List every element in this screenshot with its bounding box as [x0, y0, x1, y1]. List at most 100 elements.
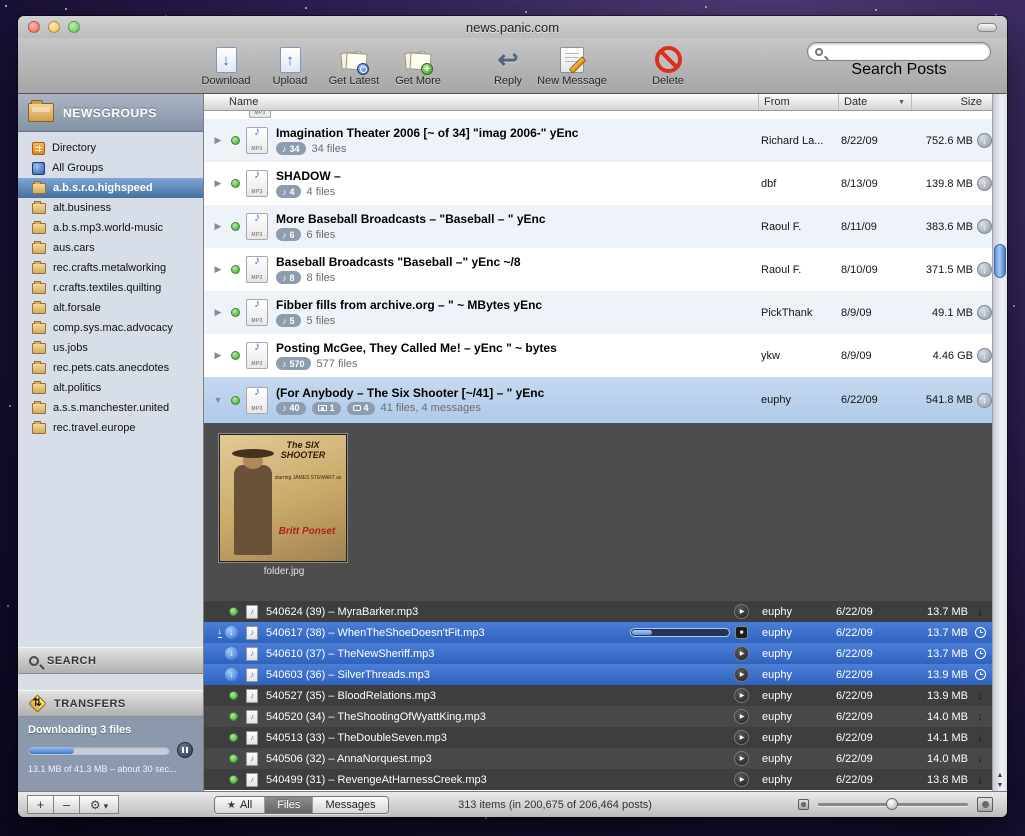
download-arrow-icon[interactable]: [977, 606, 983, 618]
segment-messages[interactable]: Messages: [312, 797, 387, 813]
sort-arrow-icon: ▼: [898, 99, 905, 106]
play-button[interactable]: [734, 667, 749, 682]
thread-row[interactable]: More Baseball Broadcasts – "Baseball – "…: [204, 205, 1007, 248]
download-button[interactable]: Download: [194, 42, 258, 87]
play-button[interactable]: [734, 772, 749, 787]
play-button[interactable]: [734, 730, 749, 745]
thread-row-selected[interactable]: (For Anybody – The Six Shooter [~/41] – …: [204, 377, 1007, 423]
group-folder-icon: [32, 203, 46, 214]
pause-transfers-button[interactable]: [177, 742, 193, 758]
column-date[interactable]: Date▼: [838, 94, 911, 110]
play-button[interactable]: [734, 751, 749, 766]
file-row[interactable]: 540624 (39) – MyraBarker.mp3 euphy 6/22/…: [204, 601, 1007, 622]
transfers-section-header[interactable]: TRANSFERS: [18, 690, 203, 717]
segment-files[interactable]: Files: [264, 797, 312, 813]
thread-row[interactable]: Fibber fills from archive.org – " ~ MByt…: [204, 291, 1007, 334]
sidebar-item-all-groups[interactable]: All Groups: [18, 158, 203, 178]
download-thread-button[interactable]: [977, 133, 992, 148]
segment-all[interactable]: All: [215, 797, 264, 813]
zoom-small-icon[interactable]: [798, 799, 809, 810]
file-row[interactable]: 540506 (32) – AnnaNorquest.mp3 euphy 6/2…: [204, 748, 1007, 769]
column-name[interactable]: Name: [204, 96, 758, 108]
file-row-queued[interactable]: 540603 (36) – SilverThreads.mp3 euphy 6/…: [204, 664, 1007, 685]
download-thread-button[interactable]: [977, 305, 992, 320]
upload-button[interactable]: Upload: [258, 42, 322, 87]
search-field[interactable]: [807, 42, 991, 61]
file-row-queued[interactable]: 540610 (37) – TheNewSheriff.mp3 euphy 6/…: [204, 643, 1007, 664]
sidebar-item-group[interactable]: a.b.s.mp3.world-music: [18, 218, 203, 238]
download-arrow-icon[interactable]: [977, 690, 983, 702]
file-row[interactable]: 540527 (35) – BloodRelations.mp3 euphy 6…: [204, 685, 1007, 706]
toolbar-toggle-button[interactable]: [977, 23, 997, 32]
sidebar-item-directory[interactable]: Directory: [18, 138, 203, 158]
sidebar-item-group[interactable]: alt.business: [18, 198, 203, 218]
sidebar-item-group[interactable]: a.s.s.manchester.united: [18, 398, 203, 418]
play-button[interactable]: [734, 688, 749, 703]
file-row-downloading[interactable]: 540617 (38) – WhenTheShoeDoesn'tFit.mp3 …: [204, 622, 1007, 643]
disclosure-triangle-icon[interactable]: [211, 178, 225, 189]
add-group-button[interactable]: [27, 795, 54, 814]
get-more-button[interactable]: Get More: [386, 42, 450, 87]
disclosure-triangle-icon[interactable]: [211, 135, 225, 146]
scrollbar-thumb[interactable]: [994, 244, 1006, 278]
download-thread-button[interactable]: [977, 262, 992, 277]
stop-download-button[interactable]: [735, 626, 748, 639]
play-button[interactable]: [734, 646, 749, 661]
delete-button[interactable]: Delete: [636, 42, 700, 87]
newsgroups-section-header[interactable]: NEWSGROUPS: [18, 94, 203, 132]
sidebar-item-group-selected[interactable]: a.b.s.r.o.highspeed: [18, 178, 203, 198]
zoom-window-button[interactable]: [68, 21, 80, 33]
disclosure-triangle-icon[interactable]: [211, 395, 225, 405]
download-arrow-icon[interactable]: [977, 711, 983, 723]
sidebar-item-group[interactable]: rec.crafts.metalworking: [18, 258, 203, 278]
download-thread-button[interactable]: [977, 219, 992, 234]
new-message-button[interactable]: New Message: [540, 42, 604, 87]
vertical-scrollbar[interactable]: [992, 94, 1007, 791]
download-thread-button[interactable]: [977, 176, 992, 191]
sidebar-item-group[interactable]: alt.forsale: [18, 298, 203, 318]
sidebar-item-group[interactable]: us.jobs: [18, 338, 203, 358]
zoom-slider-thumb[interactable]: [886, 798, 898, 810]
disclosure-triangle-icon[interactable]: [211, 350, 225, 361]
thread-row[interactable]: Posting McGee, They Called Me! – yEnc " …: [204, 334, 1007, 377]
download-arrow-icon[interactable]: [977, 732, 983, 744]
download-thread-button[interactable]: [977, 393, 992, 408]
folder-jpg-thumbnail[interactable]: The SIX SHOOTER starring JAMES STEWART a…: [219, 434, 347, 562]
scroll-up-button[interactable]: [997, 772, 1004, 779]
disclosure-triangle-icon[interactable]: [211, 307, 225, 318]
download-thread-button[interactable]: [977, 348, 992, 363]
file-from: euphy: [757, 690, 831, 702]
sidebar-item-group[interactable]: r.crafts.textiles.quilting: [18, 278, 203, 298]
sidebar-item-group[interactable]: rec.travel.europe: [18, 418, 203, 438]
disclosure-triangle-icon[interactable]: [211, 264, 225, 275]
get-latest-button[interactable]: Get Latest: [322, 42, 386, 87]
thread-row[interactable]: Imagination Theater 2006 [~ of 34] "imag…: [204, 119, 1007, 162]
column-size[interactable]: Size: [911, 94, 992, 110]
sidebar-item-group[interactable]: comp.sys.mac.advocacy: [18, 318, 203, 338]
remove-group-button[interactable]: [53, 795, 80, 814]
download-arrow-icon[interactable]: [977, 774, 983, 786]
sidebar-item-group[interactable]: alt.politics: [18, 378, 203, 398]
thread-row[interactable]: Baseball Broadcasts "Baseball –" yEnc ~/…: [204, 248, 1007, 291]
column-from[interactable]: From: [758, 94, 838, 110]
file-row[interactable]: 540520 (34) – TheShootingOfWyattKing.mp3…: [204, 706, 1007, 727]
play-button[interactable]: [734, 709, 749, 724]
zoom-large-icon[interactable]: [977, 797, 993, 812]
sidebar-item-group[interactable]: rec.pets.cats.anecdotes: [18, 358, 203, 378]
close-button[interactable]: [28, 21, 40, 33]
action-menu-button[interactable]: [79, 795, 119, 814]
play-button[interactable]: [734, 604, 749, 619]
scroll-down-button[interactable]: [997, 782, 1004, 789]
title-bar[interactable]: news.panic.com: [18, 16, 1007, 38]
disclosure-triangle-icon[interactable]: [211, 221, 225, 232]
search-input[interactable]: [823, 44, 990, 59]
reply-button[interactable]: Reply: [476, 42, 540, 87]
download-arrow-icon[interactable]: [977, 753, 983, 765]
file-row[interactable]: 540513 (33) – TheDoubleSeven.mp3 euphy 6…: [204, 727, 1007, 748]
minimize-button[interactable]: [48, 21, 60, 33]
file-row[interactable]: 540499 (31) – RevengeAtHarnessCreek.mp3 …: [204, 769, 1007, 790]
thread-row[interactable]: SHADOW – 44 files dbf 8/13/09 139.8 MB: [204, 162, 1007, 205]
sidebar-item-group[interactable]: aus.cars: [18, 238, 203, 258]
search-section-header[interactable]: SEARCH: [18, 647, 203, 674]
zoom-slider[interactable]: [818, 803, 968, 806]
